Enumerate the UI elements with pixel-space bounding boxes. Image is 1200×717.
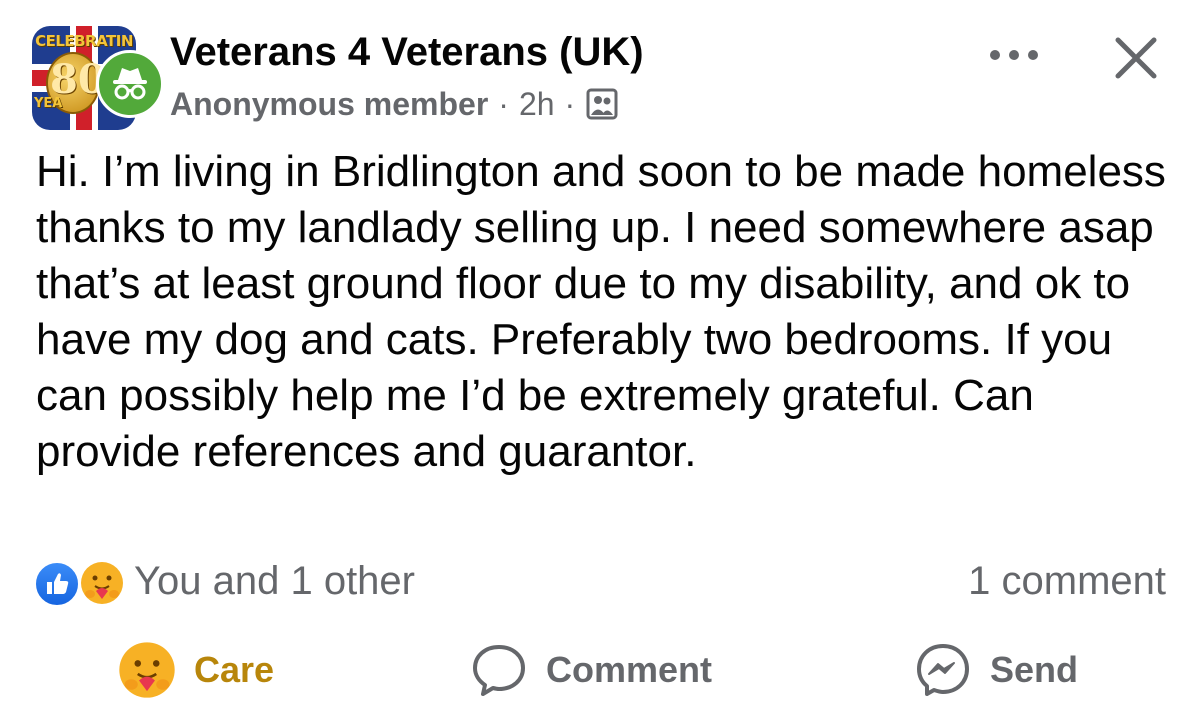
author-name[interactable]: Anonymous member: [170, 86, 488, 123]
care-label: Care: [194, 649, 275, 690]
like-reaction-icon: [34, 561, 80, 607]
reactions-summary: You and 1 other 1 comment: [34, 556, 1166, 607]
care-button[interactable]: Care: [118, 640, 274, 700]
care-reaction-icon: [78, 559, 126, 607]
care-icon: [119, 642, 175, 698]
meta-separator-2: ·: [564, 85, 576, 122]
close-icon: [1115, 37, 1157, 79]
post-meta: Anonymous member · 2h ·: [170, 84, 619, 124]
group-members-icon: [585, 87, 619, 121]
post-time[interactable]: 2h: [519, 86, 555, 123]
anonymous-member-avatar[interactable]: [96, 50, 164, 118]
group-name[interactable]: Veterans 4 Veterans (UK): [170, 30, 644, 75]
comment-label: Comment: [546, 649, 713, 690]
more-options-button[interactable]: [990, 40, 1038, 70]
comment-icon: [473, 645, 525, 696]
reaction-icons[interactable]: [34, 557, 126, 607]
comment-button[interactable]: Comment: [470, 640, 712, 700]
close-button[interactable]: [1110, 32, 1162, 84]
post-actions: Care Comment Send: [0, 640, 1200, 700]
avatar-banner-bottom-text: YEA: [34, 96, 63, 111]
incognito-icon: [113, 68, 147, 100]
reactions-text[interactable]: You and 1 other: [134, 559, 415, 604]
send-label: Send: [990, 649, 1079, 690]
post-header: 80 CELEBRATIN YEA Veterans 4 Veterans (U…: [0, 0, 1200, 140]
comment-count[interactable]: 1 comment: [968, 559, 1166, 604]
messenger-icon: [917, 644, 969, 696]
meta-separator: ·: [498, 85, 509, 122]
send-button[interactable]: Send: [914, 640, 1078, 700]
post-body: Hi. I’m living in Bridlington and soon t…: [36, 147, 1166, 476]
avatar-banner-text: CELEBRATIN: [35, 32, 133, 50]
